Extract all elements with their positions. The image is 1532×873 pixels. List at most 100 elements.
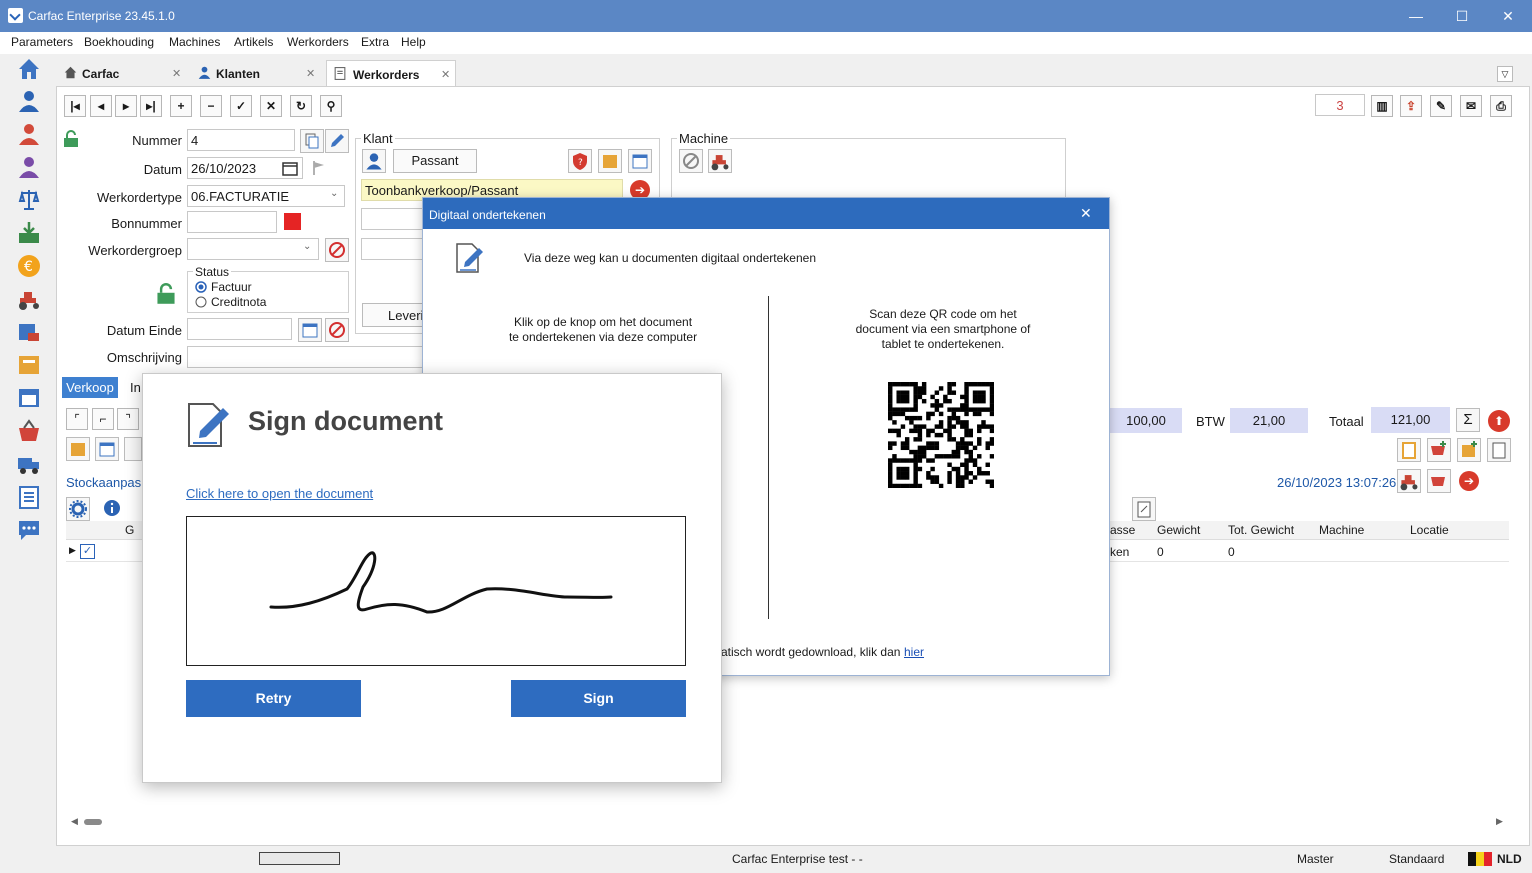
- calendar-icon[interactable]: [282, 160, 298, 176]
- flag-icon[interactable]: [312, 160, 326, 176]
- calendar-tractor-icon[interactable]: [16, 319, 42, 345]
- edit-document-button[interactable]: ✎: [1430, 95, 1452, 117]
- menu-werkorders[interactable]: Werkorders: [287, 35, 349, 49]
- checklist-button[interactable]: [1397, 438, 1421, 462]
- user-red-icon[interactable]: [16, 121, 42, 147]
- signature-pad[interactable]: [186, 516, 686, 666]
- klant-field-3[interactable]: [361, 238, 423, 260]
- werkordertype-select[interactable]: 06.FACTURATIE: [187, 185, 345, 207]
- scrollbar-thumb[interactable]: [84, 819, 102, 825]
- klant-archive-button[interactable]: [598, 149, 622, 173]
- tractor-button[interactable]: [1397, 469, 1421, 493]
- menu-boekhouding[interactable]: Boekhouding: [84, 35, 154, 49]
- scroll-right-icon[interactable]: ▶: [1496, 816, 1503, 827]
- machine-clear-button[interactable]: [679, 149, 703, 173]
- arrow-right-icon[interactable]: ➔: [1459, 471, 1479, 491]
- cancel-button[interactable]: ✕: [260, 95, 282, 117]
- tab-verkoop[interactable]: Verkoop: [62, 377, 118, 398]
- unlock-icon[interactable]: [63, 130, 79, 148]
- leveri-button[interactable]: Leveri: [362, 303, 424, 327]
- edit-note-button[interactable]: [1132, 497, 1156, 521]
- prev-record-button[interactable]: ◂: [90, 95, 112, 117]
- settings-button[interactable]: [66, 497, 90, 521]
- user-icon[interactable]: [16, 88, 42, 114]
- close-tab-icon[interactable]: ✕: [172, 67, 181, 80]
- arrow-up-icon[interactable]: ⬆: [1488, 410, 1510, 432]
- unlock-icon[interactable]: [156, 283, 176, 305]
- archive-icon[interactable]: [16, 352, 42, 378]
- calendar-list-button[interactable]: [95, 437, 119, 461]
- counter-field[interactable]: 3: [1315, 94, 1365, 116]
- minimize-button[interactable]: —: [1408, 8, 1424, 24]
- open-document-link[interactable]: Click here to open the document: [186, 486, 373, 501]
- sign-button[interactable]: Sign: [511, 680, 686, 717]
- qr-code[interactable]: [888, 382, 994, 488]
- export-button[interactable]: ⇪: [1400, 95, 1422, 117]
- clear-group-button[interactable]: [325, 238, 349, 262]
- search-button[interactable]: ⚲: [320, 95, 342, 117]
- close-window-button[interactable]: ✕: [1500, 8, 1516, 24]
- tractor-icon[interactable]: [16, 286, 42, 312]
- nummer-field[interactable]: 4: [187, 129, 295, 151]
- list-button[interactable]: [1487, 438, 1511, 462]
- download-here-link[interactable]: hier: [904, 645, 924, 659]
- retry-button[interactable]: Retry: [186, 680, 361, 717]
- machine-tractor-button[interactable]: [708, 149, 732, 173]
- info-icon[interactable]: [103, 499, 121, 517]
- sum-button[interactable]: Σ: [1456, 408, 1480, 432]
- truck-icon[interactable]: [16, 451, 42, 477]
- row-checkbox[interactable]: ✓: [80, 544, 95, 559]
- first-record-button[interactable]: |◂: [64, 95, 86, 117]
- close-tab-icon[interactable]: ✕: [441, 68, 450, 81]
- euro-icon[interactable]: €: [16, 253, 42, 279]
- klant-calendar-button[interactable]: [628, 149, 652, 173]
- datum-einde-field[interactable]: [187, 318, 292, 340]
- color-indicator[interactable]: [284, 213, 301, 230]
- line-button[interactable]: ⌐: [92, 408, 114, 430]
- inbox-download-icon[interactable]: [16, 220, 42, 246]
- edit-button[interactable]: [325, 129, 349, 153]
- refresh-button[interactable]: ↻: [290, 95, 312, 117]
- radio-factuur[interactable]: [195, 281, 207, 293]
- klant-shield-button[interactable]: ?: [568, 149, 592, 173]
- tab-klanten[interactable]: Klanten ✕: [190, 60, 324, 86]
- scroll-left-icon[interactable]: ◀: [71, 816, 78, 827]
- tabs-menu-chevron-icon[interactable]: ▽: [1497, 66, 1513, 82]
- tab-werkorders[interactable]: Werkorders ✕: [326, 60, 456, 86]
- klant-field-2[interactable]: [361, 208, 423, 230]
- omschrijving-field[interactable]: [187, 346, 423, 368]
- confirm-button[interactable]: ✓: [230, 95, 252, 117]
- mail-button[interactable]: ✉: [1460, 95, 1482, 117]
- chat-icon[interactable]: [16, 517, 42, 543]
- cart-remove-button[interactable]: [1427, 469, 1451, 493]
- menu-machines[interactable]: Machines: [169, 35, 220, 49]
- copy-button[interactable]: [300, 129, 324, 153]
- archive-button[interactable]: [66, 437, 90, 461]
- list-document-icon[interactable]: [16, 484, 42, 510]
- menu-help[interactable]: Help: [401, 35, 426, 49]
- menu-extra[interactable]: Extra: [361, 35, 389, 49]
- align-button[interactable]: ⌜: [66, 408, 88, 430]
- tab-carfac[interactable]: Carfac ✕: [56, 60, 186, 86]
- calendar-list-icon[interactable]: [16, 385, 42, 411]
- barcode-button[interactable]: ▥: [1371, 95, 1393, 117]
- scales-icon[interactable]: [16, 187, 42, 213]
- passant-button[interactable]: Passant: [393, 149, 477, 173]
- datum-einde-calendar-button[interactable]: [298, 318, 322, 342]
- shopping-basket-icon[interactable]: [16, 418, 42, 444]
- klant-user-button[interactable]: [362, 149, 386, 173]
- print-button[interactable]: ⎙: [1490, 95, 1512, 117]
- menu-artikels[interactable]: Artikels: [234, 35, 273, 49]
- corner-button[interactable]: ⌝: [117, 408, 139, 430]
- home-icon[interactable]: [16, 56, 42, 82]
- dialog-close-button[interactable]: ✕: [1080, 205, 1092, 222]
- radio-creditnota[interactable]: [195, 296, 207, 308]
- next-record-button[interactable]: ▸: [115, 95, 137, 117]
- add-record-button[interactable]: +: [170, 95, 192, 117]
- menu-parameters[interactable]: Parameters: [11, 35, 73, 49]
- cart-add-button[interactable]: [1427, 438, 1451, 462]
- tab-in[interactable]: In: [130, 380, 141, 395]
- download-button[interactable]: [124, 437, 142, 461]
- clear-datum-einde-button[interactable]: [325, 318, 349, 342]
- last-record-button[interactable]: ▸|: [140, 95, 162, 117]
